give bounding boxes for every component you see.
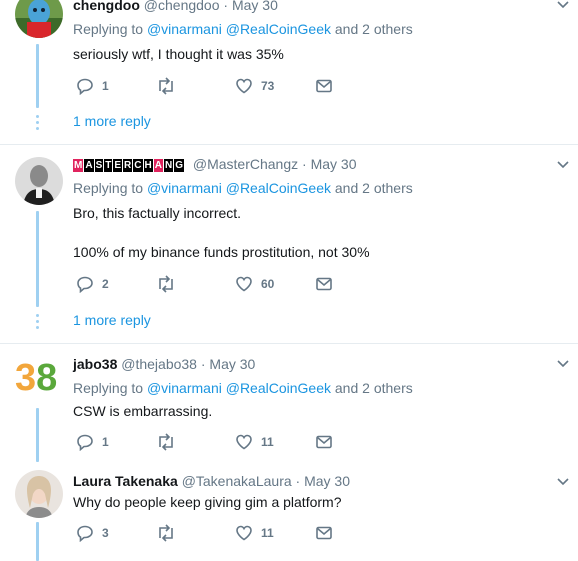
replying-to: Replying to @vinarmani @RealCoinGeek and…	[73, 180, 413, 196]
handle[interactable]: @TakenakaLaura	[182, 473, 292, 489]
tweet-text: 100% of my binance funds prostitution, n…	[73, 244, 370, 260]
reply-icon	[77, 434, 93, 451]
dm-button[interactable]	[315, 524, 333, 542]
replying-to: Replying to @vinarmani @RealCoinGeek and…	[73, 380, 413, 396]
separator-dot: ·	[223, 0, 229, 13]
more-replies-link[interactable]: 1 more reply	[73, 112, 151, 130]
tweet-actions: 2 60	[73, 275, 373, 297]
dm-icon	[316, 435, 332, 449]
timestamp[interactable]: May 30	[311, 156, 357, 172]
retweet-icon	[159, 433, 173, 451]
mention-link[interactable]: @RealCoinGeek	[226, 180, 331, 196]
tweet-header: jabo38 @thejabo38 · May 30	[73, 356, 255, 373]
reply-button[interactable]: 1	[76, 77, 109, 95]
mention-link[interactable]: @vinarmani	[147, 180, 222, 196]
avatar[interactable]	[15, 0, 63, 38]
chevron-down-icon[interactable]	[556, 475, 570, 489]
avatar[interactable]: 38	[15, 354, 63, 402]
reply-icon	[77, 276, 93, 293]
tweet-text: seriously wtf, I thought it was 35%	[73, 46, 284, 62]
thread-line	[36, 211, 39, 307]
tweet-chengdoo[interactable]: chengdoo @chengdoo · May 30 Replying to …	[0, 0, 578, 145]
thread-line	[36, 408, 39, 462]
retweet-button[interactable]	[156, 275, 184, 293]
display-name[interactable]: jabo38	[73, 356, 117, 372]
tweet-actions: 1 73	[73, 77, 373, 99]
tweet-header: Laura Takenaka @TakenakaLaura · May 30	[73, 473, 350, 490]
avatar[interactable]	[15, 157, 63, 205]
thread-dots	[36, 314, 39, 332]
display-name[interactable]: M A S T E R C H A N G	[73, 158, 185, 172]
mention-link[interactable]: @RealCoinGeek	[226, 380, 331, 396]
thread-line	[36, 44, 39, 108]
reply-button[interactable]: 2	[76, 275, 109, 293]
like-icon	[236, 525, 252, 541]
dm-button[interactable]	[315, 275, 333, 293]
mention-link[interactable]: @vinarmani	[147, 380, 222, 396]
retweet-button[interactable]	[156, 433, 184, 451]
chevron-down-icon[interactable]	[556, 158, 570, 172]
handle[interactable]: @chengdoo	[144, 0, 220, 13]
display-name[interactable]: Laura Takenaka	[73, 473, 178, 489]
more-replies-link[interactable]: 1 more reply	[73, 311, 151, 329]
like-button[interactable]: 60	[235, 275, 274, 293]
retweet-button[interactable]	[156, 77, 184, 95]
timestamp[interactable]: May 30	[304, 473, 350, 489]
tweet-laura-takenaka[interactable]: Laura Takenaka @TakenakaLaura · May 30 W…	[0, 462, 578, 561]
tweet-text: Why do people keep giving gim a platform…	[73, 494, 342, 510]
tweet-header: M A S T E R C H A N G @MasterChangz · Ma…	[73, 156, 357, 173]
display-name[interactable]: chengdoo	[73, 0, 140, 13]
dm-icon	[316, 277, 332, 291]
like-button[interactable]: 73	[235, 77, 274, 95]
retweet-button[interactable]	[156, 524, 184, 542]
tweet-actions: 3 11	[73, 524, 373, 546]
dm-button[interactable]	[315, 77, 333, 95]
retweet-icon	[159, 524, 173, 542]
like-icon	[236, 78, 252, 94]
mention-link[interactable]: @vinarmani	[147, 21, 222, 37]
reply-button[interactable]: 3	[76, 524, 109, 542]
dm-icon	[316, 526, 332, 540]
like-icon	[236, 434, 252, 450]
thread-line	[36, 522, 39, 561]
tweet-text: Bro, this factually incorrect.	[73, 205, 242, 221]
mention-link[interactable]: @RealCoinGeek	[226, 21, 331, 37]
chevron-down-icon[interactable]	[556, 0, 570, 12]
timestamp[interactable]: May 30	[232, 0, 278, 13]
dm-button[interactable]	[315, 433, 333, 451]
handle[interactable]: @thejabo38	[121, 356, 197, 372]
retweet-icon	[159, 275, 173, 293]
tweet-masterchangz[interactable]: M A S T E R C H A N G @MasterChangz · Ma…	[0, 145, 578, 342]
separator-dot: ·	[295, 473, 301, 489]
chevron-down-icon[interactable]	[556, 357, 570, 371]
reply-icon	[77, 78, 93, 95]
handle[interactable]: @MasterChangz	[193, 156, 298, 172]
tweet-header: chengdoo @chengdoo · May 30	[73, 0, 278, 14]
tweet-actions: 1 11	[73, 433, 373, 455]
tweet-text: CSW is embarrassing.	[73, 403, 213, 419]
dm-icon	[316, 79, 332, 93]
reply-icon	[77, 525, 93, 542]
avatar[interactable]	[15, 470, 63, 518]
retweet-icon	[159, 77, 173, 95]
timestamp[interactable]: May 30	[209, 356, 255, 372]
replying-to: Replying to @vinarmani @RealCoinGeek and…	[73, 21, 413, 37]
separator-dot: ·	[302, 156, 307, 172]
like-button[interactable]: 11	[235, 524, 274, 542]
separator-dot: ·	[200, 356, 206, 372]
like-button[interactable]: 11	[235, 433, 274, 451]
reply-button[interactable]: 1	[76, 433, 109, 451]
thread-dots	[36, 115, 39, 133]
like-icon	[236, 276, 252, 292]
tweet-jabo38[interactable]: 38 jabo38 @thejabo38 · May 30 Replying t…	[0, 344, 578, 462]
